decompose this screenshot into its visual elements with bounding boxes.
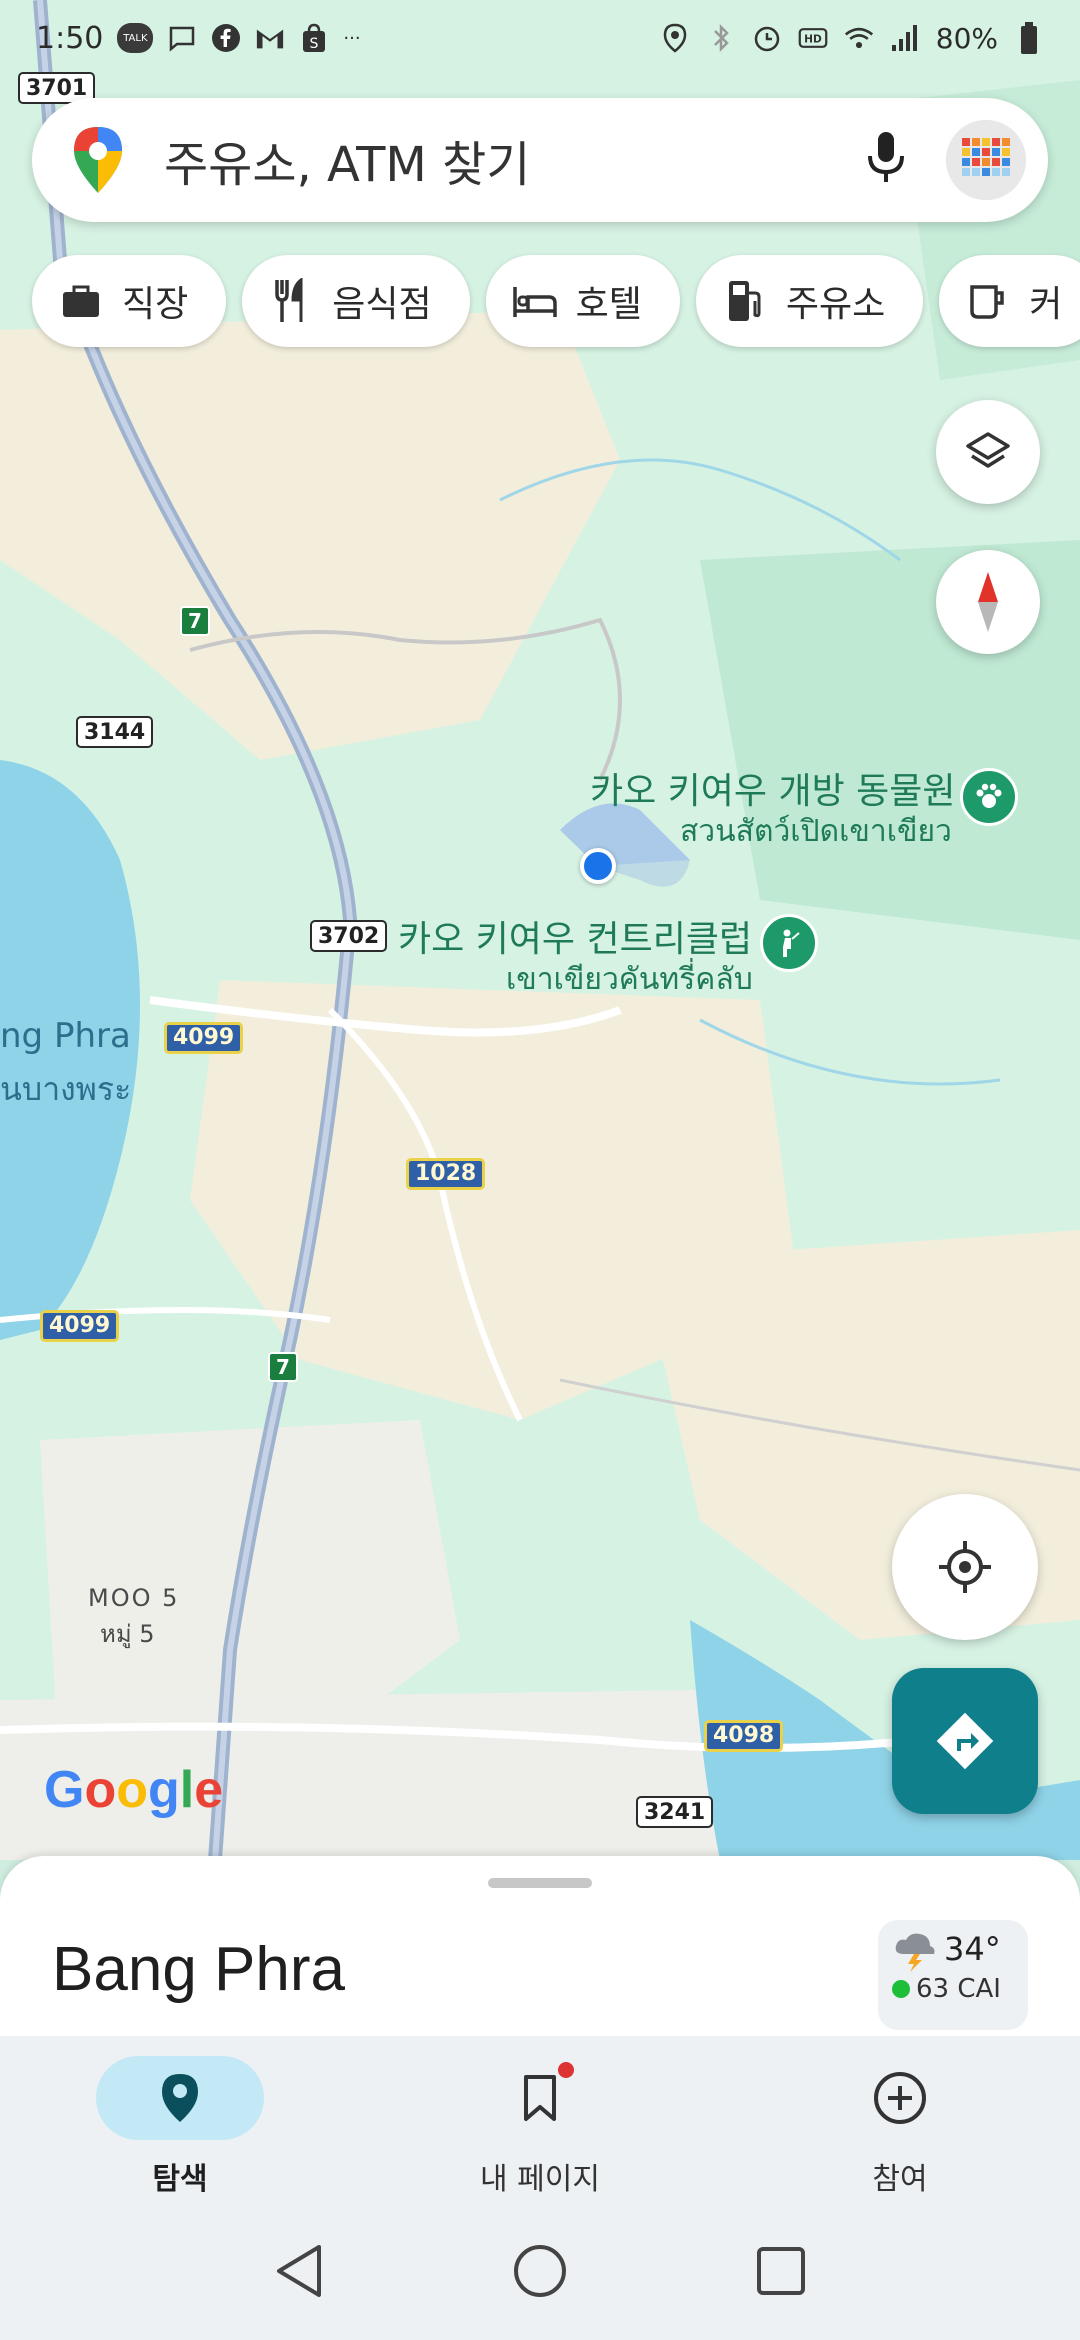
svg-text:HD: HD [804, 33, 822, 45]
expressway-exit-marker: 7 [180, 606, 210, 636]
bottom-navigation: 탐색 내 페이지 참여 [0, 2036, 1080, 2206]
alarm-icon [752, 23, 782, 53]
road-shield-4099-south: 4099 [40, 1310, 120, 1342]
chip-label: 호텔 [575, 284, 642, 325]
lake-name-thai: นบางพระ [0, 1070, 132, 1108]
back-icon[interactable] [273, 2243, 325, 2303]
nav-explore-pill[interactable] [96, 2056, 264, 2140]
air-quality-indicator-icon [892, 1980, 910, 1998]
system-navigation-bar [0, 2206, 1080, 2340]
location-icon [660, 23, 690, 53]
nav-contribute[interactable]: 참여 [720, 2036, 1080, 2206]
wifi-icon [844, 23, 874, 53]
nav-contribute-pill[interactable] [816, 2056, 984, 2140]
road-shield-4099: 4099 [164, 1022, 244, 1054]
road-shield-3702: 3702 [310, 920, 388, 952]
bluetooth-icon [706, 23, 736, 53]
air-quality-value: 63 CAI [916, 1974, 1001, 2004]
microphone-icon[interactable] [866, 130, 906, 190]
avatar[interactable] [946, 120, 1026, 200]
chip-label: 주유소 [785, 284, 886, 325]
nav-my-page-label: 내 페이지 [480, 2162, 600, 2197]
compass-button[interactable] [936, 550, 1040, 654]
golf-icon[interactable] [760, 914, 818, 972]
add-circle-icon [874, 2072, 926, 2124]
gas-pump-icon [722, 278, 768, 324]
temperature: 34° [944, 1930, 1001, 1968]
layers-button[interactable] [936, 400, 1040, 504]
google-maps-pin-icon [74, 127, 122, 193]
poi-golf-name[interactable]: 카오 키여우 컨트리클럽 [398, 910, 752, 962]
current-location-dot [580, 848, 616, 884]
battery-percentage: 80% [935, 21, 998, 55]
chip-gas-stations[interactable]: 주유소 [695, 255, 924, 347]
road-shield-3241: 3241 [636, 1796, 714, 1828]
fork-knife-icon [268, 278, 314, 324]
poi-golf-name-thai: เขาเขียวคันทรี่คลับ [506, 962, 753, 997]
category-chips: 직장 음식점 호텔 주유소 커 [32, 255, 1080, 347]
kakaotalk-icon: TALK [117, 23, 154, 53]
weather-widget[interactable]: 34° 63 CAI [878, 1920, 1028, 2030]
chip-label: 음식점 [332, 284, 432, 325]
google-attribution-logo: Google [44, 1761, 224, 1819]
bed-icon [512, 278, 558, 324]
chip-coffee[interactable]: 커 [939, 255, 1080, 347]
village-name-thai: หมู่ 5 [100, 1620, 155, 1648]
chip-label: 커 [1029, 284, 1063, 325]
sheet-drag-handle[interactable] [488, 1878, 592, 1888]
chip-label: 직장 [122, 284, 189, 325]
compass-icon [978, 572, 998, 632]
directions-button[interactable] [892, 1668, 1038, 1814]
road-shield-4098: 4098 [704, 1720, 784, 1752]
hd-voice-icon: HD [798, 23, 828, 53]
recents-icon[interactable] [755, 2245, 807, 2301]
facebook-icon [211, 23, 241, 53]
search-bar[interactable]: 주유소, ATM 찾기 [32, 98, 1048, 222]
nav-contribute-label: 참여 [872, 2162, 928, 2197]
thunderstorm-icon [892, 1930, 938, 1978]
air-quality: 63 CAI [892, 1974, 1014, 2004]
status-bar: 1:50 TALK S ··· HD 80% [0, 0, 1080, 76]
shopping-bag-icon: S [299, 23, 329, 53]
poi-zoo-name[interactable]: 카오 키여우 개방 동물원 [590, 762, 956, 814]
battery-icon [1014, 22, 1044, 54]
home-icon[interactable] [512, 2243, 568, 2303]
place-title: Bang Phra [52, 1935, 345, 2004]
paw-icon[interactable] [960, 768, 1018, 826]
location-pin-icon [162, 2074, 198, 2122]
my-location-button[interactable] [892, 1494, 1038, 1640]
chip-restaurants[interactable]: 음식점 [242, 255, 470, 347]
signal-icon [890, 23, 920, 53]
more-notifications-indicator: ··· [343, 27, 361, 49]
bookmark-icon [524, 2075, 556, 2121]
crosshair-icon [939, 1541, 991, 1593]
nav-explore[interactable]: 탐색 [0, 2036, 360, 2206]
notification-badge [558, 2062, 574, 2078]
road-shield-3144: 3144 [76, 716, 154, 748]
chip-hotels[interactable]: 호텔 [485, 255, 680, 347]
status-time: 1:50 [36, 20, 104, 56]
directions-icon [936, 1712, 994, 1770]
briefcase-icon [58, 278, 104, 324]
bottom-sheet[interactable]: Bang Phra 34° 63 CAI [0, 1856, 1080, 2036]
expressway-exit-marker: 7 [268, 1352, 298, 1382]
nav-explore-label: 탐색 [152, 2162, 208, 2197]
village-name: MOO 5 [88, 1584, 180, 1612]
svg-text:S: S [310, 36, 319, 52]
nav-my-page[interactable]: 내 페이지 [360, 2036, 720, 2206]
layers-icon [966, 432, 1010, 468]
chip-work[interactable]: 직장 [32, 255, 227, 347]
road-shield-1028: 1028 [406, 1158, 486, 1190]
gmail-icon [255, 23, 285, 53]
search-placeholder[interactable]: 주유소, ATM 찾기 [164, 125, 866, 195]
coffee-icon [965, 278, 1011, 324]
lake-name: ng Phra [0, 1016, 131, 1056]
message-icon [167, 23, 197, 53]
nav-my-page-pill[interactable] [456, 2056, 624, 2140]
poi-zoo-name-thai: สวนสัตว์เปิดเขาเขียว [680, 814, 952, 849]
